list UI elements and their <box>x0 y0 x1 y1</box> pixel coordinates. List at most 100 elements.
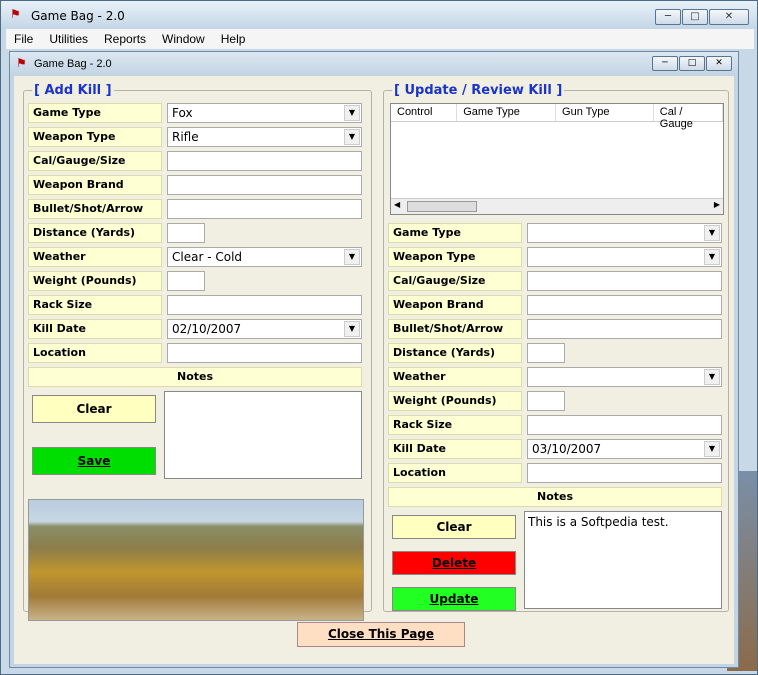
scroll-right-icon[interactable]: ▶ <box>714 200 720 209</box>
add-label-weapon-brand: Weapon Brand <box>28 175 162 195</box>
review-label-cal-gauge: Cal/Gauge/Size <box>388 271 522 291</box>
review-kill-group: [ Update / Review Kill ] Control Game Ty… <box>383 83 729 612</box>
add-weather-value: Clear - Cold <box>172 250 243 264</box>
scroll-left-icon[interactable]: ◀ <box>394 200 400 209</box>
add-distance-input[interactable] <box>167 223 205 243</box>
chevron-down-icon[interactable]: ▼ <box>704 249 720 265</box>
add-label-rack-size: Rack Size <box>28 295 162 315</box>
review-clear-button[interactable]: Clear <box>392 515 516 539</box>
form-body: [ Add Kill ] Game Type Fox ▼ Weapon Type … <box>14 76 734 664</box>
review-label-weather: Weather <box>388 367 522 387</box>
child-title-bar: ⚑ Game Bag - 2.0 ─ □ ✕ <box>10 52 738 76</box>
menu-help[interactable]: Help <box>213 32 254 46</box>
add-label-bullet: Bullet/Shot/Arrow <box>28 199 162 219</box>
review-weather-select[interactable]: ▼ <box>527 367 722 387</box>
add-location-input[interactable] <box>167 343 362 363</box>
review-label-distance: Distance (Yards) <box>388 343 522 363</box>
review-notes-label: Notes <box>388 487 722 507</box>
add-cal-gauge-input[interactable] <box>167 151 362 171</box>
list-header: Control Game Type Gun Type Cal / Gauge <box>391 104 723 130</box>
review-bullet-input[interactable] <box>527 319 722 339</box>
review-label-weapon-brand: Weapon Brand <box>388 295 522 315</box>
child-minimize-button[interactable]: ─ <box>652 56 678 71</box>
review-notes-textarea[interactable]: This is a Softpedia test. <box>524 511 722 609</box>
add-label-kill-date: Kill Date <box>28 319 162 339</box>
add-game-type-select[interactable]: Fox ▼ <box>167 103 362 123</box>
add-label-location: Location <box>28 343 162 363</box>
chevron-down-icon[interactable]: ▼ <box>344 129 360 145</box>
add-bullet-input[interactable] <box>167 199 362 219</box>
add-kill-date-value: 02/10/2007 <box>172 322 242 336</box>
review-weapon-type-select[interactable]: ▼ <box>527 247 722 267</box>
chevron-down-icon[interactable]: ▼ <box>704 441 720 457</box>
chevron-down-icon[interactable]: ▼ <box>344 105 360 121</box>
add-kill-group: [ Add Kill ] Game Type Fox ▼ Weapon Type … <box>23 83 372 621</box>
review-cal-gauge-input[interactable] <box>527 271 722 291</box>
review-kill-date-picker[interactable]: 03/10/2007 ▼ <box>527 439 722 459</box>
app-flag-icon: ⚑ <box>10 7 21 21</box>
add-clear-button[interactable]: Clear <box>32 395 156 423</box>
maximize-button[interactable]: □ <box>682 9 708 25</box>
review-location-input[interactable] <box>527 463 722 483</box>
column-gun-type[interactable]: Gun Type <box>556 104 654 121</box>
review-label-kill-date: Kill Date <box>388 439 522 459</box>
child-close-button[interactable]: ✕ <box>706 56 732 71</box>
review-rack-size-input[interactable] <box>527 415 722 435</box>
add-weapon-brand-input[interactable] <box>167 175 362 195</box>
close-window-button[interactable]: ✕ <box>709 9 749 25</box>
add-notes-label: Notes <box>28 367 362 387</box>
minimize-button[interactable]: ─ <box>655 9 681 25</box>
review-kill-title: [ Update / Review Kill ] <box>392 83 565 98</box>
close-page-label: Close This Page <box>327 627 435 641</box>
review-label-rack-size: Rack Size <box>388 415 522 435</box>
column-game-type[interactable]: Game Type <box>457 104 557 121</box>
add-kill-title: [ Add Kill ] <box>32 83 114 98</box>
child-window: ⚑ Game Bag - 2.0 ─ □ ✕ [ Add Kill ] Game… <box>9 51 739 668</box>
review-label-game-type: Game Type <box>388 223 522 243</box>
add-kill-date-picker[interactable]: 02/10/2007 ▼ <box>167 319 362 339</box>
child-window-title: Game Bag - 2.0 <box>34 58 112 70</box>
add-notes-textarea[interactable] <box>164 391 362 479</box>
kills-list-view[interactable]: Control Game Type Gun Type Cal / Gauge ◀… <box>390 103 724 215</box>
review-label-bullet: Bullet/Shot/Arrow <box>388 319 522 339</box>
chevron-down-icon[interactable]: ▼ <box>704 369 720 385</box>
review-label-location: Location <box>388 463 522 483</box>
scroll-thumb[interactable] <box>407 201 477 212</box>
add-label-weather: Weather <box>28 247 162 267</box>
update-button[interactable]: Update <box>392 587 516 611</box>
menu-window[interactable]: Window <box>154 32 213 46</box>
add-label-weight: Weight (Pounds) <box>28 271 162 291</box>
add-rack-size-input[interactable] <box>167 295 362 315</box>
add-weather-select[interactable]: Clear - Cold ▼ <box>167 247 362 267</box>
landscape-photo <box>28 499 364 621</box>
add-label-distance: Distance (Yards) <box>28 223 162 243</box>
child-maximize-button[interactable]: □ <box>679 56 705 71</box>
main-window: ⚑ Game Bag - 2.0 ─ □ ✕ File Utilities Re… <box>0 0 758 675</box>
review-weight-input[interactable] <box>527 391 565 411</box>
add-weapon-type-select[interactable]: Rifle ▼ <box>167 127 362 147</box>
column-control[interactable]: Control <box>391 104 458 121</box>
review-label-weight: Weight (Pounds) <box>388 391 522 411</box>
horizontal-scrollbar[interactable]: ◀ ▶ <box>391 198 723 214</box>
menu-utilities[interactable]: Utilities <box>41 32 96 46</box>
menu-file[interactable]: File <box>6 32 41 46</box>
add-weight-input[interactable] <box>167 271 205 291</box>
chevron-down-icon[interactable]: ▼ <box>704 225 720 241</box>
add-game-type-value: Fox <box>172 106 193 120</box>
close-page-button[interactable]: Close This Page <box>297 622 465 647</box>
review-game-type-select[interactable]: ▼ <box>527 223 722 243</box>
menu-reports[interactable]: Reports <box>96 32 154 46</box>
child-flag-icon: ⚑ <box>16 56 27 70</box>
review-label-weapon-type: Weapon Type <box>388 247 522 267</box>
add-label-cal-gauge: Cal/Gauge/Size <box>28 151 162 171</box>
review-distance-input[interactable] <box>527 343 565 363</box>
review-weapon-brand-input[interactable] <box>527 295 722 315</box>
save-button[interactable]: Save <box>32 447 156 475</box>
menu-bar: File Utilities Reports Window Help <box>6 29 754 49</box>
window-title: Game Bag - 2.0 <box>31 9 125 23</box>
chevron-down-icon[interactable]: ▼ <box>344 321 360 337</box>
delete-button[interactable]: Delete <box>392 551 516 575</box>
column-cal-gauge[interactable]: Cal / Gauge <box>654 104 723 130</box>
add-weapon-type-value: Rifle <box>172 130 199 144</box>
chevron-down-icon[interactable]: ▼ <box>344 249 360 265</box>
